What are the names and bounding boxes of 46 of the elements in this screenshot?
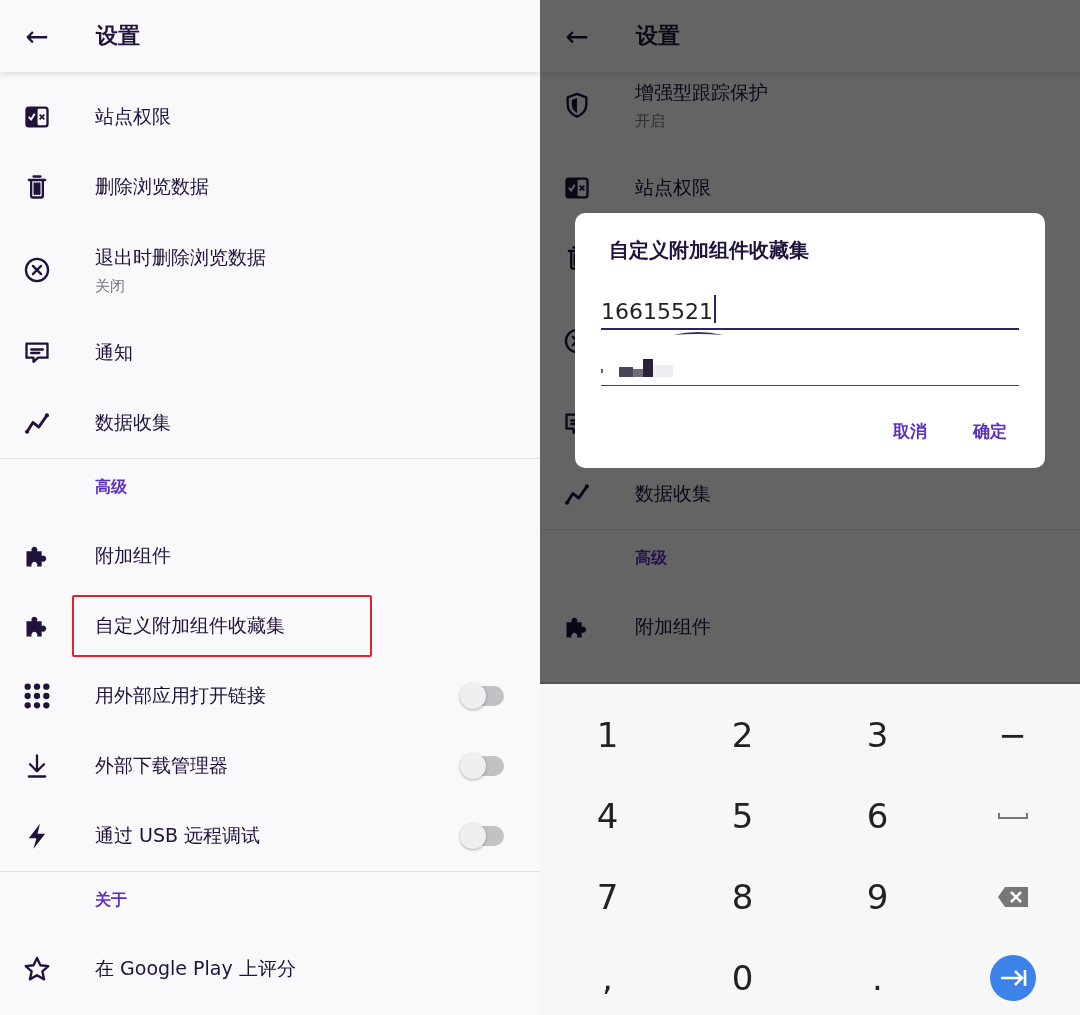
toggle-switch[interactable] [462, 826, 504, 846]
setting-label[interactable]: 自定义附加组件收藏集 [95, 614, 285, 636]
section-heading: 高级 [635, 548, 667, 567]
keyboard-key[interactable]: . [810, 937, 945, 1015]
keyboard-key[interactable]: 9 [810, 856, 945, 937]
page-title: 设置 [96, 22, 140, 50]
dialog-title: 自定义附加组件收藏集 [608, 237, 810, 264]
setting-label[interactable]: 删除浏览数据 [95, 174, 209, 200]
input-field[interactable]: 16615521 [601, 286, 1019, 330]
close-circle-icon [23, 256, 51, 284]
setting-label[interactable]: 用外部应用打开链接 [95, 683, 266, 709]
setting-label[interactable]: 在 Google Play 上评分 [95, 956, 296, 982]
section-heading: 关于 [95, 890, 127, 909]
setting-label[interactable]: 站点权限 [95, 104, 171, 130]
setting-label[interactable]: 通知 [95, 340, 133, 366]
keyboard-key[interactable]: 5 [675, 775, 810, 856]
keyboard-key[interactable]: 6 [810, 775, 945, 856]
keyboard-key[interactable]: 8 [675, 856, 810, 937]
setting-label[interactable]: 数据收集 [95, 410, 171, 436]
star-icon [23, 955, 51, 983]
keyboard-key[interactable]: − [945, 694, 1080, 775]
keyboard-key[interactable]: 7 [540, 856, 675, 937]
space-icon [997, 810, 1028, 821]
dialog-button[interactable]: 取消 [881, 416, 939, 447]
toggle-switch[interactable] [462, 756, 504, 776]
toggle-switch[interactable] [462, 686, 504, 706]
back-button[interactable]: ← [20, 16, 54, 56]
page-title: 设置 [636, 22, 680, 50]
keyboard-key[interactable]: 4 [540, 775, 675, 856]
keyboard-key[interactable]: 3 [810, 694, 945, 775]
section-heading: 高级 [95, 477, 127, 496]
dialog-button[interactable]: 确定 [961, 416, 1019, 447]
keyboard-key[interactable]: 0 [675, 937, 810, 1015]
setting-label[interactable]: 外部下载管理器 [95, 753, 228, 779]
setting-label[interactable]: 通过 USB 远程调试 [95, 823, 261, 849]
keyboard-key[interactable]: 2 [675, 694, 810, 775]
setting-summary: 关闭 [95, 276, 125, 296]
setting-label[interactable]: 退出时删除浏览数据 [95, 244, 266, 271]
keyboard-key[interactable]: , [540, 937, 675, 1015]
next-icon [989, 954, 1036, 1001]
setting-label[interactable]: 附加组件 [95, 543, 171, 569]
smudge-drawing [673, 330, 723, 338]
text-cursor [714, 295, 716, 323]
grid-icon [23, 682, 51, 710]
backspace-icon [996, 885, 1029, 908]
keyboard-key[interactable]: 1 [540, 694, 675, 775]
